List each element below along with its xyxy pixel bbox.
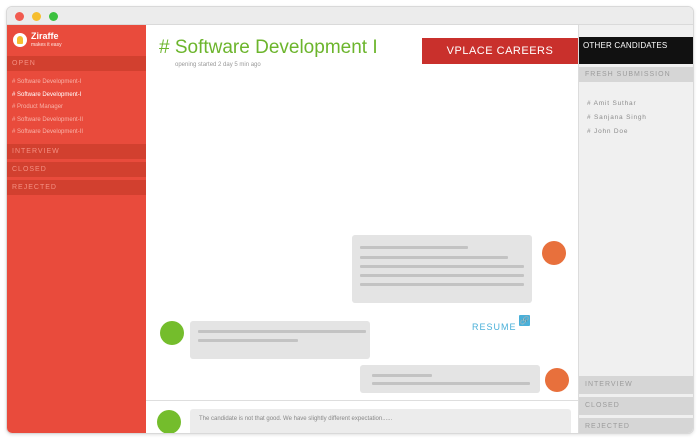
right-section-rejected[interactable]: REJECTED <box>579 418 693 433</box>
link-icon[interactable]: 🔗 <box>519 315 530 326</box>
candidate-item[interactable]: # Amit Suthar <box>587 97 647 111</box>
composer-divider <box>146 400 578 401</box>
text-placeholder-line <box>360 246 468 249</box>
app-tagline: makes it easy <box>31 42 62 48</box>
candidate-list: # Amit Suthar # Sanjana Singh # John Doe <box>587 97 647 139</box>
text-placeholder-line <box>372 382 530 385</box>
resume-label: RESUME <box>472 322 517 332</box>
user-avatar[interactable] <box>545 368 569 392</box>
section-interview[interactable]: INTERVIEW <box>7 144 146 159</box>
job-list: # Software Development-I # Software Deve… <box>12 76 83 139</box>
message-input[interactable]: The candidate is not that good. We have … <box>190 409 571 433</box>
other-candidates-title: OTHER CANDIDATES <box>579 37 693 64</box>
app-name: Ziraffe <box>31 31 59 41</box>
giraffe-logo-icon <box>13 33 27 47</box>
message-bubble <box>360 365 540 393</box>
fresh-submission-header[interactable]: FRESH SUBMISSION <box>579 67 693 82</box>
app-window: Ziraffe makes it easy OPEN # Software De… <box>6 6 694 434</box>
section-rejected[interactable]: REJECTED <box>7 180 146 195</box>
window-maximize-button[interactable] <box>49 12 58 21</box>
text-placeholder-line <box>198 339 298 342</box>
page-subtitle: opening started 2 day 5 min ago <box>175 62 261 68</box>
text-placeholder-line <box>372 374 432 377</box>
section-open[interactable]: OPEN <box>7 56 146 71</box>
candidate-item[interactable]: # John Doe <box>587 125 647 139</box>
right-section-closed[interactable]: CLOSED <box>579 397 693 415</box>
left-sidebar: Ziraffe makes it easy OPEN # Software De… <box>7 25 146 433</box>
window-minimize-button[interactable] <box>32 12 41 21</box>
candidate-item[interactable]: # Sanjana Singh <box>587 111 647 125</box>
job-item[interactable]: # Software Development-I <box>12 76 83 89</box>
text-placeholder-line <box>360 283 524 286</box>
user-avatar[interactable] <box>542 241 566 265</box>
job-item[interactable]: # Software Development-II <box>12 126 83 139</box>
window-titlebar <box>7 7 693 25</box>
resume-link[interactable]: RESUME 🔗 <box>472 315 530 335</box>
job-item[interactable]: # Software Development-II <box>12 114 83 127</box>
message-bubble <box>352 235 532 303</box>
current-user-avatar <box>157 410 181 433</box>
company-banner: VPLACE CAREERS <box>422 38 578 64</box>
window-close-button[interactable] <box>15 12 24 21</box>
page-title: # Software Development I <box>159 37 378 58</box>
text-placeholder-line <box>198 330 366 333</box>
text-placeholder-line <box>360 274 524 277</box>
message-bubble <box>190 321 370 359</box>
section-closed[interactable]: CLOSED <box>7 162 146 177</box>
right-section-interview[interactable]: INTERVIEW <box>579 376 693 394</box>
main-panel: # Software Development I opening started… <box>146 25 578 433</box>
job-item[interactable]: # Product Manager <box>12 101 83 114</box>
text-placeholder-line <box>360 265 524 268</box>
right-sidebar: OTHER CANDIDATES FRESH SUBMISSION # Amit… <box>578 25 693 433</box>
user-avatar[interactable] <box>160 321 184 345</box>
text-placeholder-line <box>360 256 508 259</box>
job-item-active[interactable]: # Software Development-I <box>12 89 83 102</box>
